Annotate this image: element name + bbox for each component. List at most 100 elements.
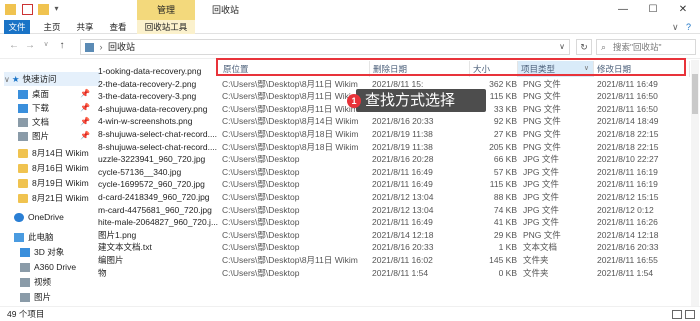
tab-file[interactable]: 文件 <box>4 20 30 34</box>
date-modified: 2021/8/18 22:15 <box>597 141 659 152</box>
tab-view[interactable]: 查看 <box>106 20 130 34</box>
table-row[interactable]: hite-male-2064827_960_720.j... C:\Users\鄢… <box>98 216 690 229</box>
path-text[interactable]: 回收站 <box>108 42 135 52</box>
file-size: 29 KB <box>493 229 517 240</box>
a360-drive-icon <box>20 263 30 273</box>
folder-icon <box>18 164 28 174</box>
sidebar-label: 桌面 <box>32 89 50 99</box>
file-name: 8-shujuwa-select-chat-record.... <box>98 141 218 152</box>
properties-icon[interactable] <box>21 4 33 15</box>
ribbon-collapse-icon[interactable]: ∨ <box>672 20 679 34</box>
manage-tab[interactable]: 管理 <box>137 0 195 20</box>
date-modified: 2021/8/14 12:18 <box>597 229 659 240</box>
table-row[interactable]: d-card-2418349_960_720.jpg C:\Users\鄢\Des… <box>98 191 690 204</box>
tab-recycle-bin-tools[interactable]: 回收站工具 <box>137 20 195 34</box>
date-modified: 2021/8/12 0:12 <box>597 204 654 215</box>
folder-icon <box>18 179 28 189</box>
picture-icon <box>20 293 30 303</box>
table-row[interactable]: 物 C:\Users\鄢\Desktop 2021/8/11 1:54 0 KB 文件夹… <box>98 267 690 280</box>
original-location: C:\Users\鄢\Desktop <box>222 192 300 202</box>
file-name: 4-win-w-screenshots.png <box>98 116 193 127</box>
file-size: 0 KB <box>498 267 517 278</box>
item-type: 文件夹 <box>523 255 549 265</box>
item-type: PNG 文件 <box>523 141 561 152</box>
item-type: PNG 文件 <box>523 91 561 102</box>
minimize-button[interactable]: — <box>608 0 638 20</box>
table-row[interactable]: 4-win-w-screenshots.png C:\Users\鄢\Deskto… <box>98 115 690 128</box>
table-row[interactable]: 编图片 C:\Users\鄢\Desktop\8月11日 Wikim 2021/8/… <box>98 254 690 267</box>
up-button[interactable]: ↑ <box>56 40 68 51</box>
table-row[interactable]: cycle-1699572_960_720.jpg C:\Users\鄢\Desk… <box>98 178 690 191</box>
date-deleted: 2021/8/16 20:28 <box>372 154 434 165</box>
date-deleted: 2021/8/12 13:04 <box>372 192 434 202</box>
title-bar: ▾ 管理 回收站 — ☐ ✕ <box>0 0 700 20</box>
forward-button[interactable]: → <box>24 40 36 51</box>
original-location: C:\Users\鄢\Desktop <box>222 229 300 240</box>
item-type: PNG 文件 <box>523 78 561 89</box>
address-field[interactable]: › 回收站 ∨ <box>80 39 570 55</box>
folder-icon <box>18 149 28 159</box>
item-type: PNG 文件 <box>523 229 561 240</box>
table-row[interactable]: 图片1.png C:\Users\鄢\Desktop 2021/8/14 12:18… <box>98 229 690 242</box>
scrollbar-thumb[interactable] <box>692 74 698 114</box>
file-name: d-card-2418349_960_720.jpg <box>98 192 210 202</box>
file-name: 1-ooking-data-recovery.png <box>98 66 202 76</box>
table-row[interactable]: cycle-57136__340.jpg C:\Users\鄢\Desktop 20… <box>98 166 690 179</box>
file-name: 物 <box>98 267 107 278</box>
folder-icon <box>18 194 28 204</box>
item-type: JPG 文件 <box>523 204 559 215</box>
recent-locations-button[interactable]: ∨ <box>40 40 52 48</box>
collapse-icon[interactable]: ∨ <box>4 75 10 84</box>
sidebar-item-this-pc[interactable]: 此电脑 <box>6 230 102 244</box>
maximize-button[interactable]: ☐ <box>638 0 668 20</box>
date-modified: 2021/8/18 22:15 <box>597 129 659 139</box>
file-size: 115 KB <box>489 179 517 190</box>
navigation-pane: ∨ ★ 快速访问 桌面 📌 下载 📌 文档 📌 图片 📌 8月14日 Wikim 8月16日… <box>0 60 100 306</box>
tab-share[interactable]: 共享 <box>73 20 97 34</box>
new-folder-icon[interactable] <box>38 4 50 15</box>
star-icon: ★ <box>11 74 20 84</box>
recycle-bin-icon <box>85 43 94 53</box>
address-dropdown-icon[interactable]: ∨ <box>559 40 565 54</box>
quick-access-toolbar: ▾ <box>5 4 69 16</box>
document-icon <box>18 118 28 128</box>
sidebar-label: 下载 <box>32 103 50 113</box>
date-deleted: 2021/8/11 16:49 <box>372 217 433 228</box>
date-deleted: 2021/8/19 11:38 <box>372 141 433 152</box>
date-deleted: 2021/8/11 16:49 <box>372 179 433 190</box>
item-type: PNG 文件 <box>523 103 561 114</box>
ribbon-tabs: 文件 主页 共享 查看 回收站工具 ∨ ? <box>0 20 700 34</box>
file-name: m-card-4475681_960_720.jpg <box>98 204 212 215</box>
file-size: 74 KB <box>493 204 517 215</box>
sidebar-label: 快速访问 <box>22 74 57 84</box>
original-location: C:\Users\鄢\Desktop\8月11日 Wikim <box>222 255 358 265</box>
file-name: cycle-57136__340.jpg <box>98 166 182 177</box>
date-modified: 2021/8/11 16:55 <box>597 255 658 265</box>
sidebar-item-quick-access[interactable]: ∨ ★ 快速访问 <box>4 72 100 86</box>
back-button[interactable]: ← <box>8 40 20 51</box>
table-row[interactable]: m-card-4475681_960_720.jpg C:\Users\鄢\Des… <box>98 204 690 217</box>
sidebar-item-onedrive[interactable]: OneDrive <box>6 210 102 224</box>
tab-home[interactable]: 主页 <box>40 20 64 34</box>
pin-icon: 📌 <box>80 117 90 126</box>
item-type: PNG 文件 <box>523 129 561 139</box>
vertical-scrollbar[interactable] <box>691 60 699 306</box>
large-icons-view-icon[interactable] <box>685 310 695 319</box>
status-bar: 49 个项目 <box>0 306 700 321</box>
details-view-icon[interactable] <box>672 310 682 319</box>
folder-icon[interactable] <box>5 4 16 15</box>
close-button[interactable]: ✕ <box>668 0 698 20</box>
sidebar-label: 3D 对象 <box>34 247 65 257</box>
refresh-button[interactable]: ↻ <box>576 39 592 55</box>
sidebar-label: 8月19日 Wikim <box>32 178 89 188</box>
help-icon[interactable]: ? <box>686 20 691 34</box>
table-row[interactable]: uzzle-3223941_960_720.jpg C:\Users\鄢\Desk… <box>98 153 690 166</box>
customize-toolbar-icon[interactable]: ▾ <box>55 4 66 15</box>
table-row[interactable]: 8-shujuwa-select-chat-record.... C:\Users… <box>98 128 690 141</box>
date-deleted: 2021/8/16 20:33 <box>372 242 434 253</box>
table-row[interactable]: 建文本文档.txt C:\Users\鄢\Desktop 2021/8/16 20:… <box>98 241 690 254</box>
search-input[interactable]: ⌕ 搜索"回收站" <box>596 39 696 55</box>
date-modified: 2021/8/16 20:33 <box>597 242 659 253</box>
sidebar-label: 图片 <box>34 292 52 302</box>
table-row[interactable]: 8-shujuwa-select-chat-record.... C:\Users… <box>98 141 690 154</box>
